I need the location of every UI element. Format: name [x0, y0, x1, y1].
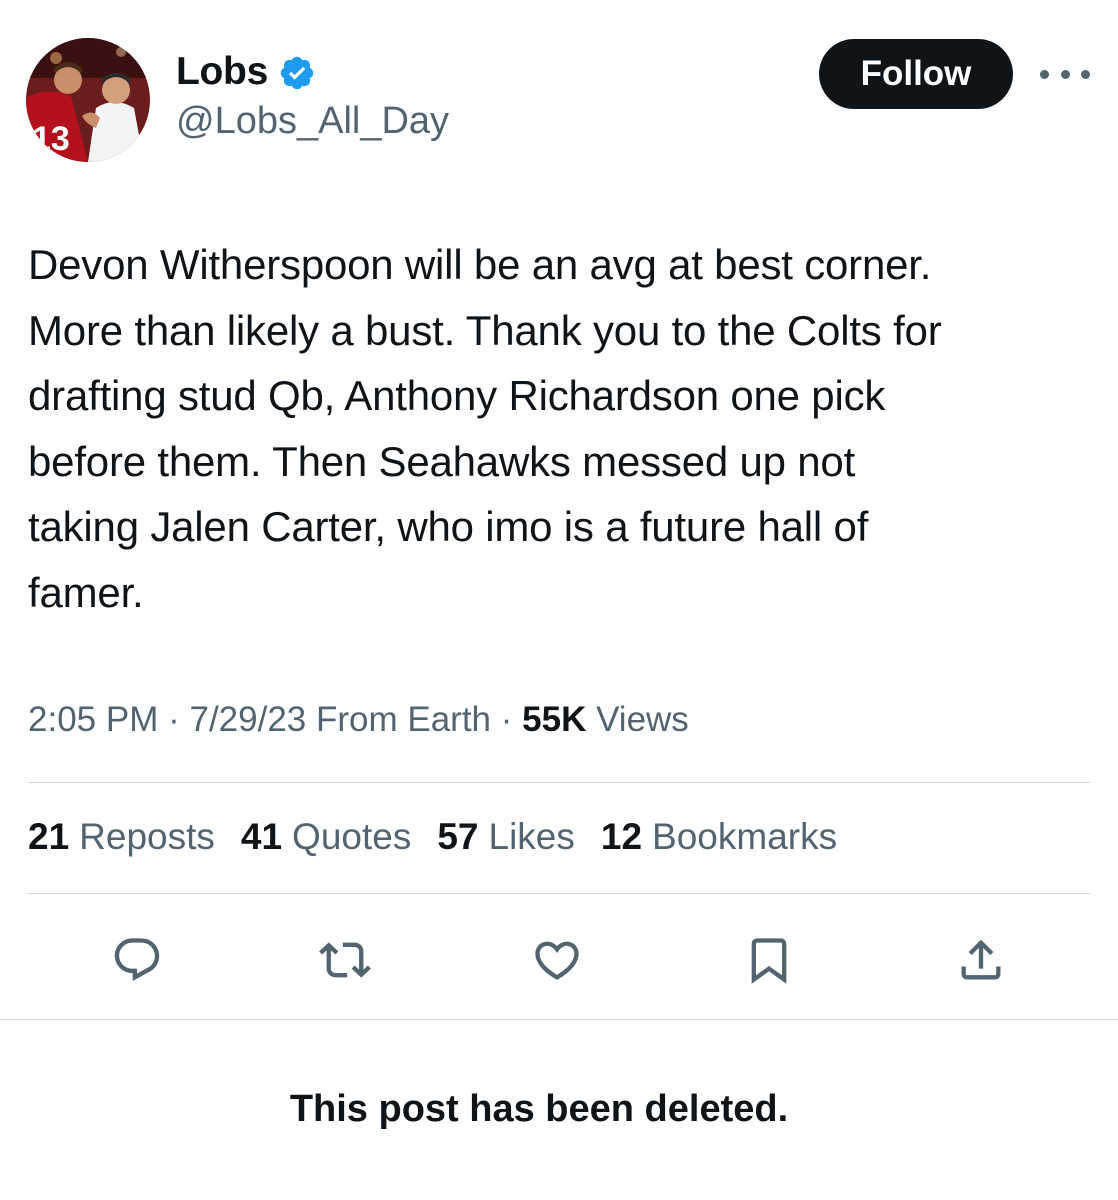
- tweet-meta: 2:05 PM · 7/29/23 From Earth · 55K Views: [28, 700, 689, 740]
- tweet-line: before them. Then Seahawks messed up not: [28, 437, 856, 485]
- stat-label: Likes: [488, 816, 575, 857]
- stat-likes[interactable]: 57 Likes: [437, 816, 575, 858]
- stat-label: Quotes: [292, 816, 412, 857]
- author-name-row[interactable]: Lobs: [176, 50, 316, 94]
- tweet-line: Devon Witherspoon will be an avg at best…: [28, 241, 932, 288]
- stat-count: 12: [600, 816, 643, 857]
- svg-text:13: 13: [32, 120, 70, 158]
- tweet-line: famer.: [28, 568, 144, 616]
- ellipsis-icon[interactable]: [1040, 62, 1090, 86]
- tweet-date[interactable]: 7/29/23: [189, 700, 316, 739]
- deleted-notice: This post has been deleted.: [289, 1088, 789, 1130]
- follow-button[interactable]: Follow: [819, 39, 1013, 109]
- stat-count: 21: [28, 816, 70, 857]
- engagement-stats: 21 Reposts 41 Quotes 57 Likes 12 Bookmarks: [28, 816, 837, 858]
- meta-separator: ·: [491, 700, 523, 739]
- stat-count: 57: [437, 816, 479, 857]
- meta-separator: ·: [168, 700, 190, 739]
- stat-label: Reposts: [79, 816, 215, 857]
- stat-quotes[interactable]: 41 Quotes: [241, 816, 411, 858]
- verified-badge-icon[interactable]: [278, 54, 316, 92]
- tweet-line: drafting stud Qb, Anthony Richardson one…: [28, 372, 886, 419]
- divider: [28, 893, 1090, 894]
- tweet-time[interactable]: 2:05 PM: [28, 700, 158, 739]
- reply-icon[interactable]: [102, 925, 172, 995]
- bookmark-icon[interactable]: [734, 925, 804, 995]
- stat-reposts[interactable]: 21 Reposts: [28, 816, 215, 858]
- tweet-line: taking Jalen Carter, who imo is a future…: [28, 503, 869, 550]
- tweet-detail-view: 13 Lobs @Lobs_All_Day Follow Devon Withe…: [0, 0, 1118, 1200]
- profile-photo: 13: [26, 38, 150, 162]
- stat-count: 41: [240, 816, 283, 857]
- handle[interactable]: @Lobs_All_Day: [176, 100, 449, 143]
- tweet-text: Devon Witherspoon will be an avg at best…: [28, 232, 1098, 625]
- repost-icon[interactable]: [310, 925, 380, 995]
- tweet-source: From Earth: [315, 700, 492, 739]
- views-count[interactable]: 55K: [522, 700, 596, 739]
- stat-bookmarks[interactable]: 12 Bookmarks: [601, 816, 837, 858]
- tweet-line: More than likely a bust. Thank you to th…: [28, 306, 942, 354]
- like-icon[interactable]: [522, 925, 592, 995]
- stat-label: Bookmarks: [652, 816, 838, 857]
- views-label[interactable]: Views: [596, 700, 689, 739]
- share-icon[interactable]: [946, 925, 1016, 995]
- avatar[interactable]: 13: [26, 38, 150, 162]
- display-name[interactable]: Lobs: [176, 50, 268, 94]
- divider: [0, 1019, 1118, 1020]
- divider: [28, 782, 1090, 783]
- action-bar: [0, 925, 1118, 995]
